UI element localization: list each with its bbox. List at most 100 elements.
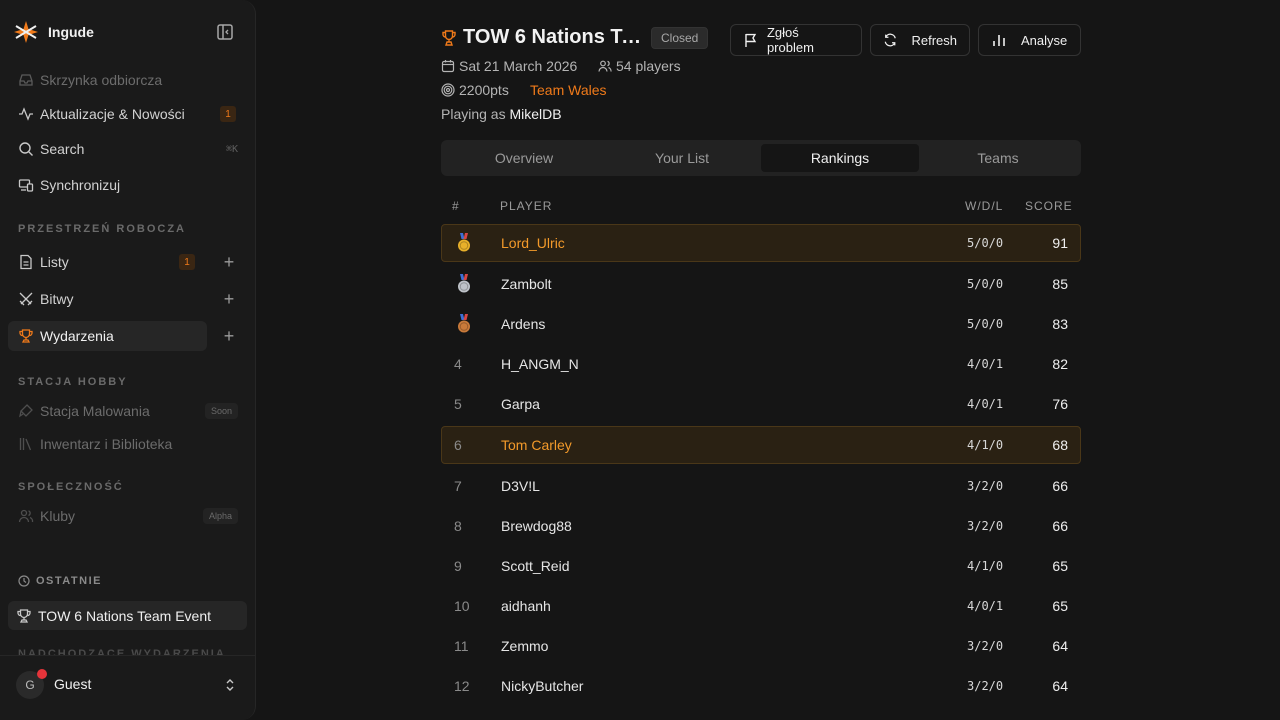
player-name-cell[interactable]: Tom Carley xyxy=(501,437,572,453)
player-name-cell[interactable]: Garpa xyxy=(501,396,540,412)
refresh-label: Refresh xyxy=(911,32,957,48)
table-row[interactable]: 4 H_ANGM_N 4/0/1 82 xyxy=(441,345,1081,383)
score-cell: 65 xyxy=(1052,558,1068,574)
player-name-cell[interactable]: aidhanh xyxy=(501,598,551,614)
rank-cell: 5 xyxy=(454,396,462,412)
score-cell: 82 xyxy=(1052,356,1068,372)
playing-as-label: Playing as xyxy=(441,106,506,122)
nav-search[interactable]: Search ⌘K xyxy=(8,134,248,164)
player-name-cell[interactable]: Brewdog88 xyxy=(501,518,572,534)
table-row[interactable]: 6 Tom Carley 4/1/0 68 xyxy=(441,426,1081,464)
table-row[interactable]: 11 Zemmo 3/2/0 64 xyxy=(441,627,1081,665)
nav-events[interactable]: Wydarzenia xyxy=(8,321,207,351)
logo-icon xyxy=(14,21,38,43)
nav-lists-label: Listy xyxy=(40,254,69,270)
analyse-button[interactable]: Analyse xyxy=(978,24,1081,56)
bronze-medal-icon xyxy=(458,314,470,333)
tab-overview[interactable]: Overview xyxy=(445,144,603,172)
player-name-cell[interactable]: D3V!L xyxy=(501,478,540,494)
status-badge: Closed xyxy=(651,27,709,49)
table-row[interactable]: 8 Brewdog88 3/2/0 66 xyxy=(441,507,1081,545)
nav-inbox[interactable]: Skrzynka odbiorcza xyxy=(8,65,248,95)
player-name-cell[interactable]: Scott_Reid xyxy=(501,558,569,574)
score-cell: 83 xyxy=(1052,316,1068,332)
event-tabs: Overview Your List Rankings Teams xyxy=(441,140,1081,176)
nav-battles[interactable]: Bitwy xyxy=(8,284,207,314)
table-row[interactable]: Lord_Ulric 5/0/0 91 xyxy=(441,224,1081,262)
updates-count-badge: 1 xyxy=(220,106,236,122)
app-name: Ingude xyxy=(48,24,94,40)
report-problem-button[interactable]: Zgłoś problem xyxy=(730,24,862,56)
event-players: 54 players xyxy=(598,58,681,74)
table-row[interactable]: 10 aidhanh 4/0/1 65 xyxy=(441,587,1081,625)
trophy-icon xyxy=(17,608,31,623)
team-link[interactable]: Team Wales xyxy=(530,82,607,98)
hobby-section-title: STACJA HOBBY xyxy=(18,376,128,388)
score-cell: 76 xyxy=(1052,396,1068,412)
tab-rankings[interactable]: Rankings xyxy=(761,144,919,172)
score-cell: 66 xyxy=(1052,478,1068,494)
brand[interactable]: Ingude xyxy=(12,18,94,46)
wdl-cell: 3/2/0 xyxy=(967,479,1004,493)
target-icon xyxy=(441,83,455,97)
user-menu[interactable]: G Guest xyxy=(0,655,255,720)
trophy-icon xyxy=(19,329,33,343)
table-row[interactable]: 9 Scott_Reid 4/1/0 65 xyxy=(441,547,1081,585)
tab-teams[interactable]: Teams xyxy=(919,144,1077,172)
score-cell: 64 xyxy=(1052,638,1068,654)
users-icon xyxy=(18,509,34,523)
nav-paint-label: Stacja Malowania xyxy=(40,403,150,419)
player-name-cell[interactable]: Zambolt xyxy=(501,276,552,292)
trophy-icon xyxy=(442,30,456,46)
rank-cell: 7 xyxy=(454,478,462,494)
nav-events-label: Wydarzenia xyxy=(40,328,114,344)
table-row[interactable]: 5 Garpa 4/0/1 76 xyxy=(441,385,1081,423)
player-name-cell[interactable]: NickyButcher xyxy=(501,678,583,694)
wdl-cell: 5/0/0 xyxy=(967,317,1004,331)
event-date: Sat 21 March 2026 xyxy=(441,58,577,74)
player-name-cell[interactable]: Zemmo xyxy=(501,638,548,654)
wdl-cell: 5/0/0 xyxy=(967,277,1004,291)
rank-cell: 12 xyxy=(454,678,470,694)
community-section-title: SPOŁECZNOŚĆ xyxy=(18,481,124,493)
nav-lists[interactable]: Listy 1 xyxy=(8,247,207,277)
collapse-sidebar-icon[interactable] xyxy=(216,23,234,41)
recent-section-title: OSTATNIE xyxy=(18,575,102,587)
wdl-cell: 3/2/0 xyxy=(967,639,1004,653)
calendar-icon xyxy=(441,60,455,73)
alpha-tag: Alpha xyxy=(202,508,238,524)
score-cell: 85 xyxy=(1052,276,1068,292)
chevron-up-down-icon[interactable] xyxy=(222,677,238,693)
event-players-label: 54 players xyxy=(616,58,681,74)
wdl-cell: 3/2/0 xyxy=(967,679,1004,693)
crossed-swords-icon xyxy=(19,292,33,306)
table-row[interactable]: 12 NickyButcher 3/2/0 64 xyxy=(441,667,1081,705)
search-icon xyxy=(19,142,33,156)
rank-cell: 4 xyxy=(454,356,462,372)
document-icon xyxy=(20,254,32,270)
table-row[interactable]: 7 D3V!L 3/2/0 66 xyxy=(441,467,1081,505)
gold-medal-icon xyxy=(458,233,470,252)
score-cell: 66 xyxy=(1052,518,1068,534)
add-battle-button[interactable]: + xyxy=(221,290,237,308)
playing-as-user[interactable]: MikelDB xyxy=(509,106,561,122)
refresh-button[interactable]: Refresh xyxy=(870,24,970,56)
devices-icon xyxy=(18,179,34,192)
nav-updates[interactable]: Aktualizacje & Nowości 1 xyxy=(8,99,248,129)
bar-chart-icon xyxy=(993,35,1005,46)
event-points: 2200pts xyxy=(441,82,509,98)
table-row[interactable]: Zambolt 5/0/0 85 xyxy=(441,265,1081,303)
rank-cell: 10 xyxy=(454,598,470,614)
recent-title-label: OSTATNIE xyxy=(36,575,102,587)
player-name-cell[interactable]: Ardens xyxy=(501,316,545,332)
recent-event-item[interactable]: TOW 6 Nations Team Event xyxy=(8,601,247,630)
add-event-button[interactable]: + xyxy=(221,327,237,345)
event-points-label: 2200pts xyxy=(459,82,509,98)
player-name-cell[interactable]: H_ANGM_N xyxy=(501,356,579,372)
nav-sync[interactable]: Synchronizuj xyxy=(8,170,248,200)
notification-dot xyxy=(37,669,47,679)
tab-your-list[interactable]: Your List xyxy=(603,144,761,172)
add-list-button[interactable]: + xyxy=(221,253,237,271)
table-row[interactable]: Ardens 5/0/0 83 xyxy=(441,305,1081,343)
player-name-cell[interactable]: Lord_Ulric xyxy=(501,235,565,251)
